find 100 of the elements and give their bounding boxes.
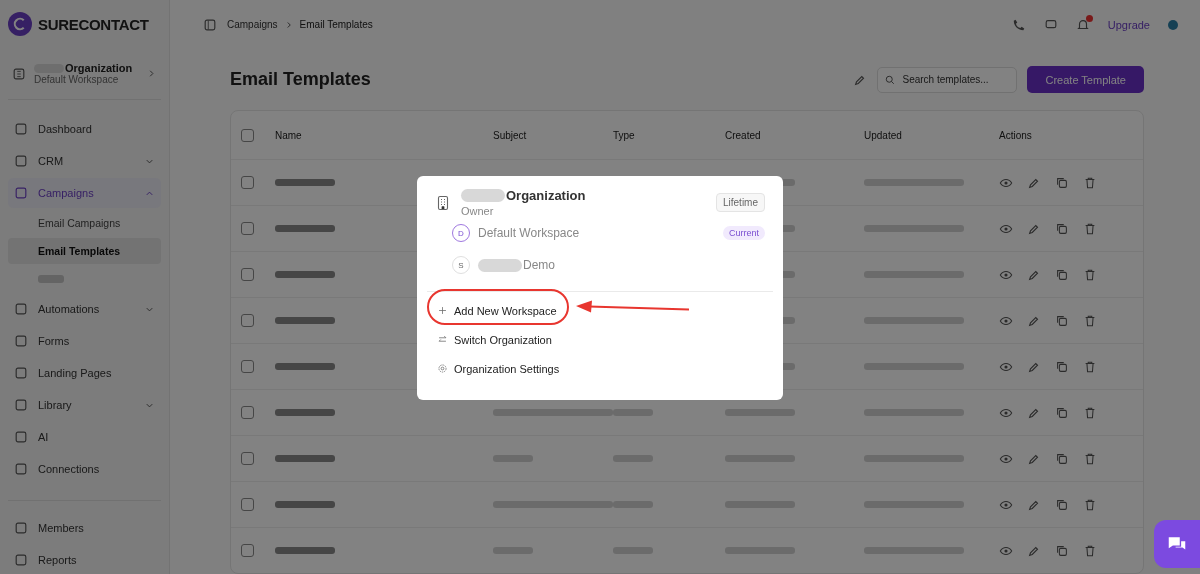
nav-item[interactable]: Library — [8, 390, 161, 420]
checkbox[interactable] — [241, 314, 254, 327]
organization-name: Organization — [461, 188, 706, 203]
logo-text: SURECONTACT — [38, 15, 149, 33]
nav-item[interactable]: Dashboard — [8, 114, 161, 144]
page-title: Email Templates — [230, 69, 371, 91]
menu-item-icon — [14, 186, 28, 200]
blurred-text — [275, 501, 335, 508]
menu-item-icon — [14, 122, 28, 136]
nav-item[interactable]: AI — [8, 422, 161, 452]
notification-dot — [1085, 14, 1093, 22]
copy-icon[interactable] — [1055, 497, 1069, 512]
trash-icon[interactable] — [1083, 543, 1097, 558]
copy-icon[interactable] — [1055, 267, 1069, 282]
menu-item[interactable]: Organization Settings — [427, 358, 572, 379]
column-header: Subject — [493, 129, 528, 141]
building-icon — [435, 194, 451, 211]
menu-item-icon — [14, 462, 28, 476]
nav-item[interactable]: Campaigns — [8, 178, 161, 208]
organization-switcher[interactable]: Organization Default Workspace — [8, 58, 161, 100]
menu-item[interactable]: Switch Organization — [427, 329, 564, 350]
current-badge: Current — [723, 226, 765, 240]
organization-name: Organization — [34, 62, 138, 74]
workspace-name: Default Workspace — [34, 74, 119, 85]
checkbox[interactable] — [241, 222, 254, 235]
checkbox[interactable] — [241, 452, 254, 465]
column-header: Name — [275, 129, 303, 141]
search-field[interactable]: Search templates... — [877, 66, 1018, 93]
checkbox[interactable] — [241, 544, 254, 557]
trash-icon[interactable] — [1083, 359, 1097, 374]
nav-item[interactable]: Reports — [8, 545, 161, 574]
nav-item[interactable]: CRM — [8, 146, 161, 176]
column-header: Created — [725, 129, 762, 141]
chat-button[interactable] — [1154, 520, 1200, 568]
checkbox[interactable] — [241, 176, 254, 189]
copy-icon[interactable] — [1055, 359, 1069, 374]
nav-subitem[interactable]: Email Templates — [8, 238, 161, 264]
nav-item[interactable]: Forms — [8, 326, 161, 356]
checkbox[interactable] — [241, 498, 254, 511]
copy-icon[interactable] — [1055, 543, 1069, 558]
nav-item[interactable]: Landing Pages — [8, 358, 161, 388]
sidebar-toggle-icon[interactable] — [203, 17, 217, 32]
user-avatar[interactable] — [1168, 19, 1178, 30]
checkbox[interactable] — [241, 268, 254, 281]
breadcrumb-link[interactable]: Campaigns — [227, 19, 278, 31]
menu-item-icon — [14, 366, 28, 380]
blurred-text — [275, 455, 335, 462]
logo-icon — [8, 12, 32, 36]
upgrade-button[interactable]: Upgrade — [1107, 18, 1150, 31]
blurred-text — [275, 179, 335, 186]
create-template-button[interactable]: Create Template — [1027, 66, 1144, 94]
workspace-name: Demo — [523, 258, 555, 272]
checkbox[interactable] — [241, 406, 254, 419]
copy-icon[interactable] — [1055, 451, 1069, 466]
bell-icon[interactable] — [1075, 17, 1090, 32]
breadcrumb-link[interactable]: Email Templates — [299, 19, 373, 31]
building-icon — [12, 66, 26, 81]
trash-icon[interactable] — [1083, 175, 1097, 190]
blurred-text — [275, 409, 335, 416]
plus-icon — [437, 305, 448, 316]
nav-item[interactable]: Members — [8, 513, 161, 543]
blurred-text — [275, 547, 335, 554]
workspace-item[interactable]: D Default Workspace Current — [427, 217, 773, 249]
trash-icon[interactable] — [1083, 221, 1097, 236]
blurred-text — [275, 271, 335, 278]
trash-icon[interactable] — [1083, 267, 1097, 282]
trash-icon[interactable] — [1083, 497, 1097, 512]
plan-badge: Lifetime — [716, 193, 765, 212]
workspace-item[interactable]: S Demo — [427, 249, 773, 281]
copy-icon[interactable] — [1055, 313, 1069, 328]
trash-icon[interactable] — [1083, 451, 1097, 466]
nav-subitem[interactable]: Email Campaigns — [8, 210, 161, 236]
copy-icon[interactable] — [1055, 175, 1069, 190]
menu-item-icon — [14, 154, 28, 168]
settings-icon — [437, 363, 448, 374]
column-header: Type — [613, 129, 636, 141]
phone-icon[interactable] — [1011, 17, 1026, 32]
search-icon — [884, 73, 897, 86]
nav-item[interactable]: Automations — [8, 294, 161, 324]
swap-arrows-icon — [437, 334, 448, 345]
blurred-text — [275, 363, 335, 370]
menu-item-icon — [14, 430, 28, 444]
nav-item[interactable]: Connections — [8, 454, 161, 484]
workspace-name: Default Workspace — [478, 226, 580, 240]
menu-item-icon — [14, 334, 28, 348]
menu-item-icon — [14, 398, 28, 412]
copy-icon[interactable] — [1055, 405, 1069, 420]
checkbox[interactable] — [241, 360, 254, 373]
column-header: Actions — [999, 129, 1033, 141]
column-header: Updated — [864, 129, 903, 141]
menu-item-icon — [14, 302, 28, 316]
trash-icon[interactable] — [1083, 405, 1097, 420]
copy-icon[interactable] — [1055, 221, 1069, 236]
trash-icon[interactable] — [1083, 313, 1097, 328]
menu-item-icon — [14, 521, 28, 535]
menu-item-icon — [14, 553, 28, 567]
checkbox[interactable] — [241, 128, 254, 142]
blurred-text — [38, 275, 64, 283]
blurred-text — [275, 317, 335, 324]
role-label: Owner — [461, 205, 495, 217]
